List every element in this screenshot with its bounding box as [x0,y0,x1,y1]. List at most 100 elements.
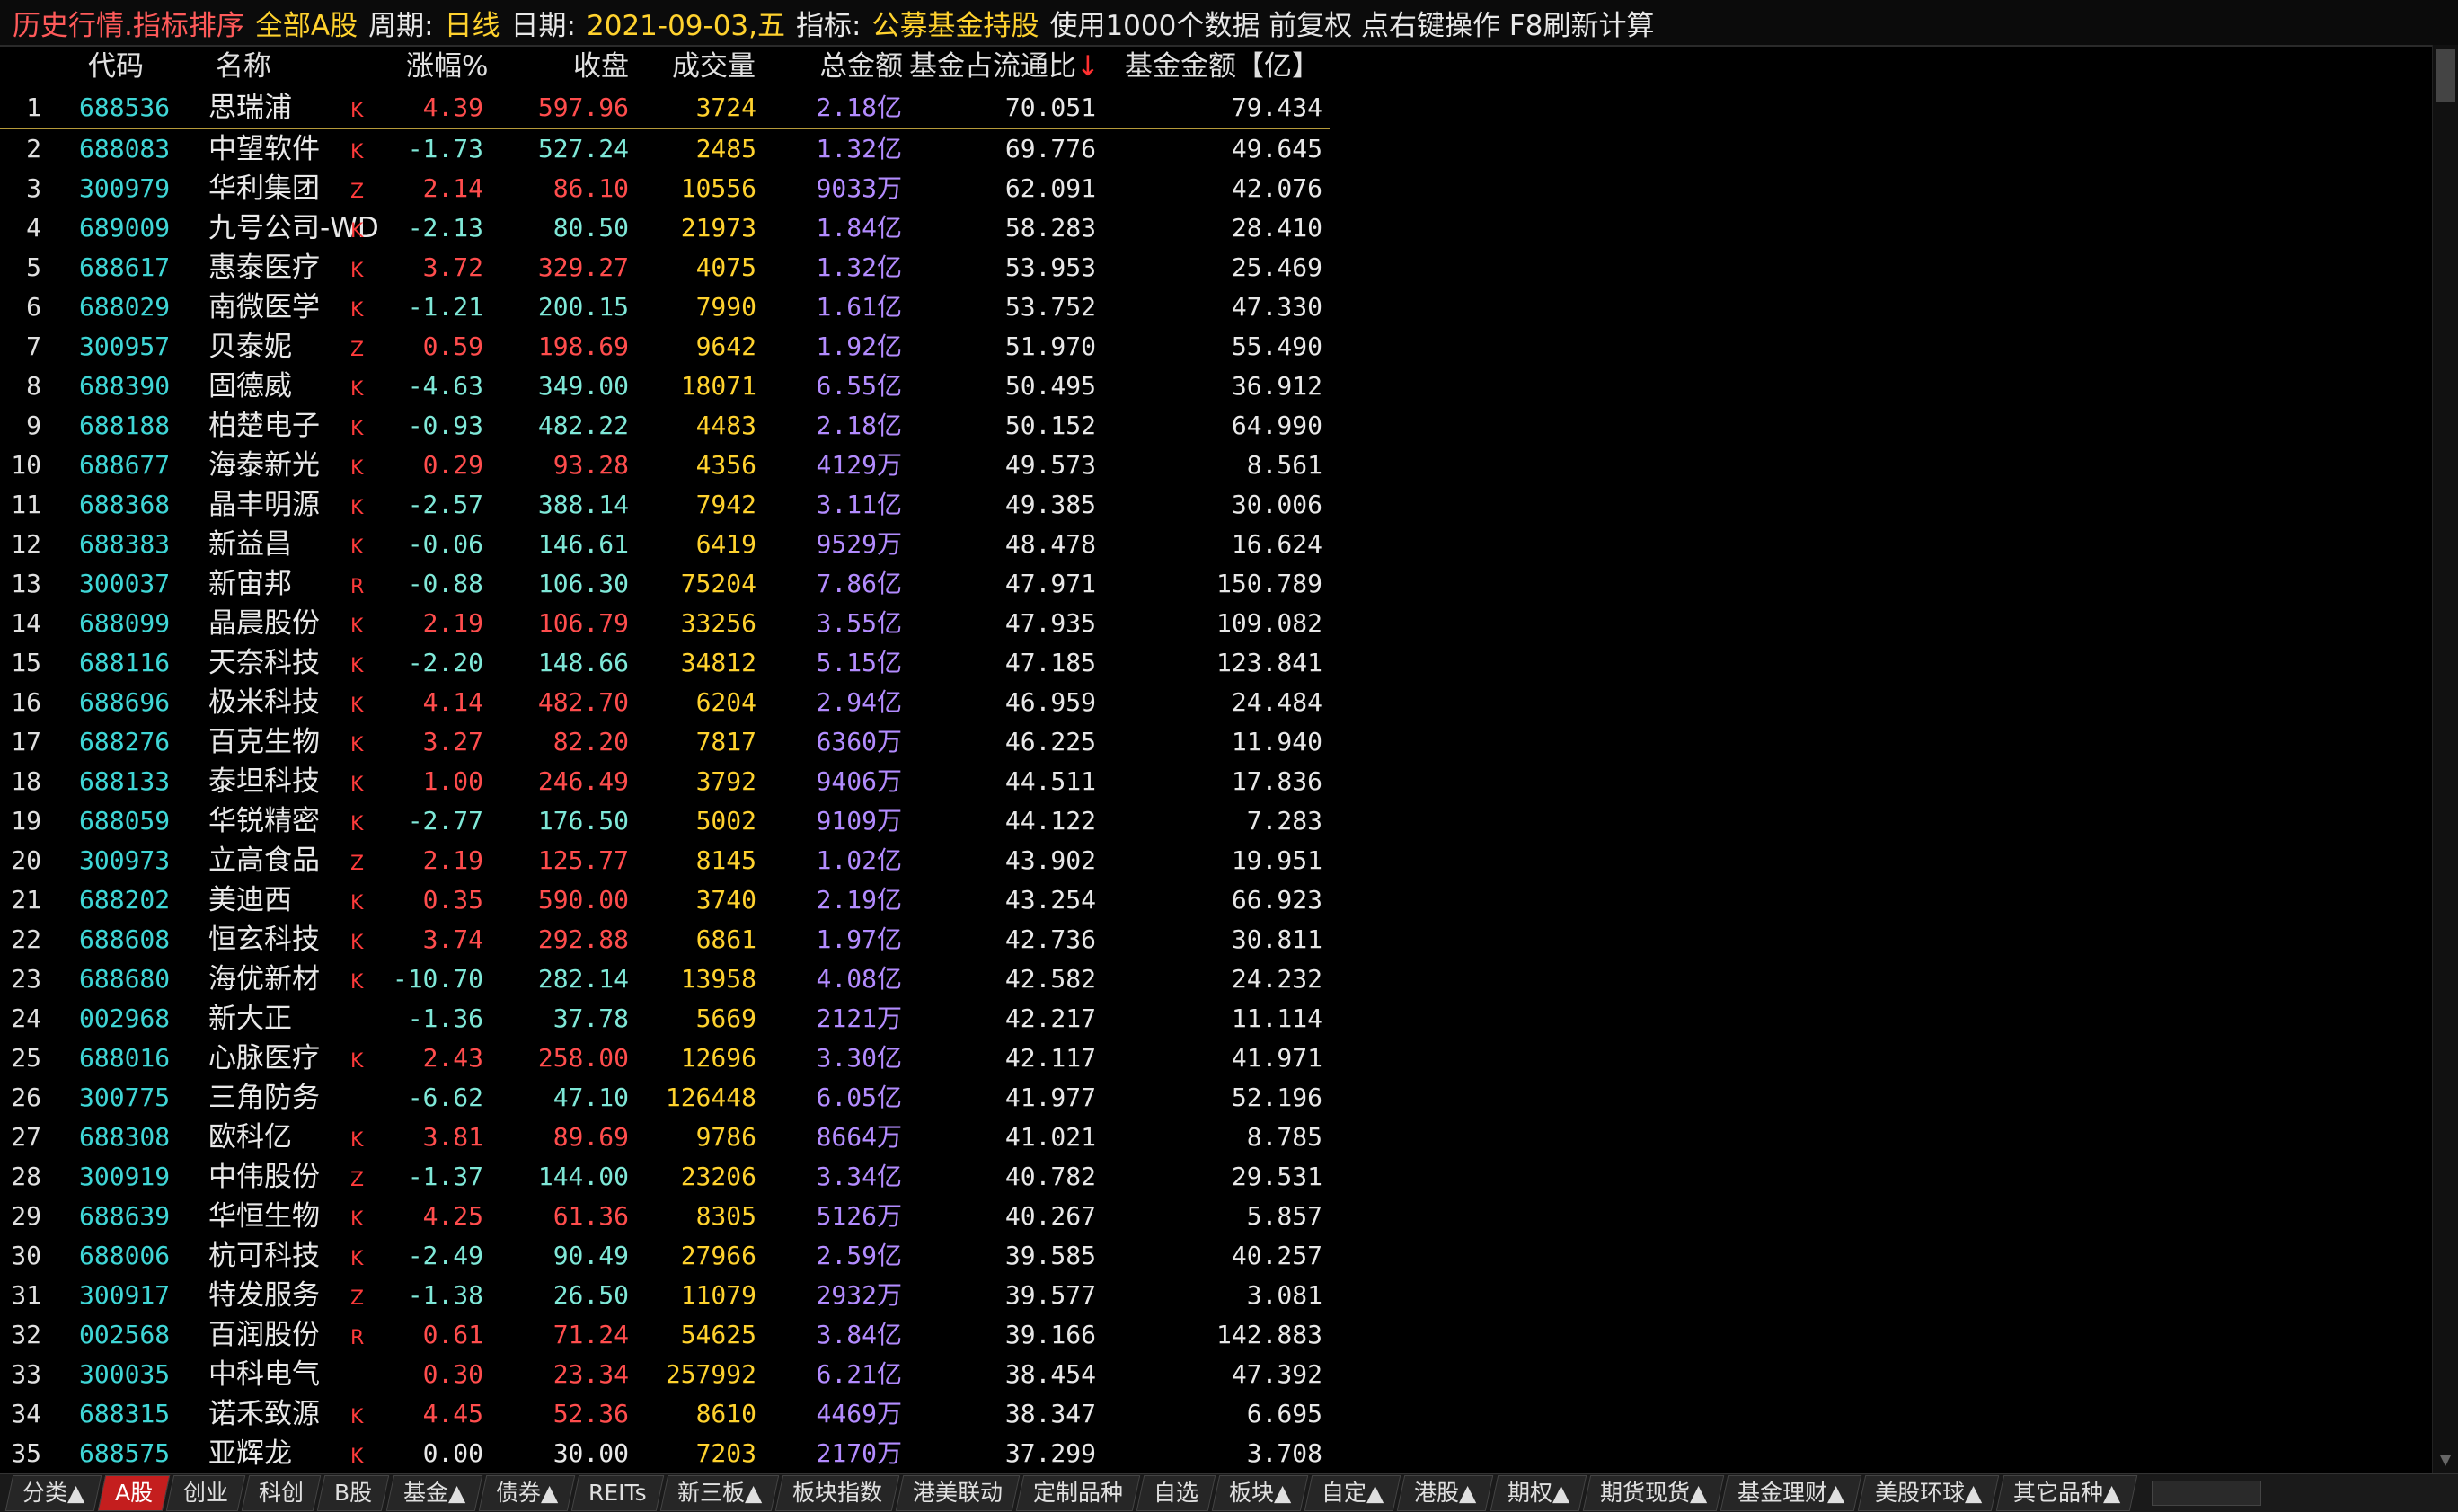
col-header-volume[interactable]: 成交量 [672,45,756,88]
col-header-fund-amount[interactable]: 基金金额【亿】 [1125,45,1320,88]
amount-unit: 万 [876,450,902,480]
table-row[interactable]: 29 688639 华恒生物 K 4.25 61.36 8305 5126万 40.267 5.8… [0,1197,1330,1236]
fund-amount: 49.645 [1231,134,1322,164]
table-row[interactable]: 18 688133 泰坦科技 K 1.00 246.49 3792 9406万 44.511 17… [0,762,1330,801]
market-tab[interactable]: 创业 [166,1475,246,1511]
table-row[interactable]: 11 688368 晶丰明源 K -2.57 388.14 7942 3.11亿 49.385 3… [0,485,1330,525]
market-tab-label: 期权▲ [1507,1480,1569,1506]
amount-unit: 亿 [876,648,902,677]
table-row[interactable]: 4 689009 九号公司-WD K -2.13 80.50 21973 1.84亿 58.28… [0,208,1330,248]
table-row[interactable]: 16 688696 极米科技 K 4.14 482.70 6204 2.94亿 46.959 24… [0,683,1330,722]
market-tab[interactable]: 债券▲ [478,1475,576,1511]
col-header-name[interactable]: 名称 [216,45,271,88]
market-tab[interactable]: 基金理财▲ [1720,1475,1862,1511]
table-row[interactable]: 10 688677 海泰新光 K 0.29 93.28 4356 4129万 49.573 8.5… [0,446,1330,485]
table-row[interactable]: 33 300035 中科电气 0.30 23.34 257992 6.21亿 38.454 47… [0,1355,1330,1394]
table-row[interactable]: 6 688029 南微医学 K -1.21 200.15 7990 1.61亿 53.752 47… [0,287,1330,327]
table-row[interactable]: 13 300037 新宙邦 R -0.88 106.30 75204 7.86亿 47.971 1… [0,564,1330,604]
table-row[interactable]: 30 688006 杭可科技 K -2.49 90.49 27966 2.59亿 39.585 4… [0,1236,1330,1276]
stock-code: 002968 [79,1004,171,1033]
market-tab[interactable]: 新三板▲ [659,1475,780,1511]
table-row[interactable]: 14 688099 晶晨股份 K 2.19 106.79 33256 3.55亿 47.935 1… [0,604,1330,643]
change-percent: 2.19 [422,845,483,875]
table-row[interactable]: 32 002568 百润股份 R 0.61 71.24 54625 3.84亿 39.166 14… [0,1315,1330,1355]
fund-amount: 30.811 [1231,924,1322,954]
title-segment: 日线 [444,9,500,42]
col-header-amount[interactable]: 总金额 [819,45,903,88]
market-tab[interactable]: B股 [317,1475,390,1511]
market-tab[interactable]: 其它品种▲ [1995,1475,2138,1511]
table-row[interactable]: 17 688276 百克生物 K 3.27 82.20 7817 6360万 46.225 11.… [0,722,1330,762]
table-row[interactable]: 28 300919 中伟股份 Z -1.37 144.00 23206 3.34亿 40.782… [0,1157,1330,1197]
table-row[interactable]: 1 688536 思瑞浦 K 4.39 597.96 3724 2.18亿 70.051 79.4… [0,88,1330,129]
market-tab[interactable]: 美股环球▲ [1858,1475,2000,1511]
table-row[interactable]: 35 688575 亚辉龙 K 0.00 30.00 7203 2170万 37.299 3.70… [0,1434,1330,1473]
table-row[interactable]: 5 688617 惠泰医疗 K 3.72 329.27 4075 1.32亿 53.953 25.… [0,248,1330,287]
horizontal-scrollbar[interactable] [2151,1481,2261,1506]
close-price: 82.20 [553,727,629,756]
col-header-change[interactable]: 涨幅% [406,45,488,88]
close-price: 52.36 [553,1399,629,1428]
market-tab[interactable]: 期货现货▲ [1582,1475,1725,1511]
fund-amount: 8.561 [1246,450,1322,480]
market-tab-label: 基金理财▲ [1737,1480,1845,1506]
col-header-close[interactable]: 收盘 [573,45,629,88]
close-price: 37.78 [553,1004,629,1033]
stock-name: 思瑞浦 [208,92,292,124]
table-row[interactable]: 15 688116 天奈科技 K -2.20 148.66 34812 5.15亿 47.185… [0,643,1330,683]
amount-value: 6.21 [816,1359,877,1389]
market-tab[interactable]: 基金▲ [385,1475,483,1511]
row-index: 19 [11,806,41,836]
market-tab[interactable]: 期权▲ [1490,1475,1587,1511]
market-tag: K [350,774,364,796]
scroll-down-icon[interactable]: ▼ [2436,1450,2455,1470]
market-tab[interactable]: 分类▲ [4,1475,102,1511]
col-header-fund-ratio[interactable]: 基金占流通比↓ [909,45,1100,88]
col-header-code[interactable]: 代码 [88,45,144,88]
market-tab[interactable]: 板块▲ [1211,1475,1309,1511]
market-tab[interactable]: 自选 [1136,1475,1216,1511]
stock-code: 688617 [79,252,171,282]
table-row[interactable]: 24 002968 新大正 -1.36 37.78 5669 2121万 42.217 11.1… [0,999,1330,1039]
table-row[interactable]: 9 688188 柏楚电子 K -0.93 482.22 4483 2.18亿 50.152 64… [0,406,1330,446]
market-tab[interactable]: 港股▲ [1397,1475,1494,1511]
vertical-scrollbar[interactable]: ▼ [2432,45,2458,1473]
market-tab[interactable]: 港美联动 [895,1475,1021,1511]
table-row[interactable]: 8 688390 固德威 K -4.63 349.00 18071 6.55亿 50.495 36… [0,367,1330,406]
table-row[interactable]: 22 688608 恒玄科技 K 3.74 292.88 6861 1.97亿 42.736 30… [0,920,1330,959]
volume: 2485 [695,134,756,164]
table-row[interactable]: 20 300973 立高食品 Z 2.19 125.77 8145 1.02亿 43.902 19… [0,841,1330,880]
table-row[interactable]: 19 688059 华锐精密 K -2.77 176.50 5002 9109万 44.122 7… [0,801,1330,841]
sort-desc-icon: ↓ [1076,50,1100,83]
total-amount: 3.11亿 [817,485,902,525]
market-tab[interactable]: 定制品种 [1015,1475,1141,1511]
total-amount: 1.32亿 [817,248,902,287]
fund-ratio: 41.021 [1004,1122,1096,1152]
market-tab[interactable]: A股 [97,1475,171,1511]
market-tab[interactable]: REITs [570,1475,664,1511]
market-tag: K [350,457,364,480]
table-row[interactable]: 12 688383 新益昌 K -0.06 146.61 6419 9529万 48.478 16… [0,525,1330,564]
table-row[interactable]: 2 688083 中望软件 K -1.73 527.24 2485 1.32亿 69.776 49… [0,129,1330,169]
amount-value: 3.30 [816,1043,877,1073]
column-header-row: 代码 名称 涨幅% 收盘 成交量 总金额 基金占流通比↓ 基金金额【亿】 [0,45,1330,88]
scroll-thumb[interactable] [2436,49,2455,102]
table-row[interactable]: 21 688202 美迪西 K 0.35 590.00 3740 2.19亿 43.254 66.… [0,880,1330,920]
market-tab[interactable]: 科创 [242,1475,322,1511]
table-row[interactable]: 3 300979 华利集团 Z 2.14 86.10 10556 9033万 62.091 42.… [0,169,1330,208]
amount-value: 8664 [816,1122,877,1152]
table-row[interactable]: 23 688680 海优新材 K -10.70 282.14 13958 4.08亿 42.58… [0,959,1330,999]
volume: 12696 [680,1043,756,1073]
market-tab-label: 板块▲ [1229,1480,1292,1506]
table-row[interactable]: 7 300957 贝泰妮 Z 0.59 198.69 9642 1.92亿 51.970 55.4… [0,327,1330,367]
table-row[interactable]: 27 688308 欧科亿 K 3.81 89.69 9786 8664万 41.021 8.78… [0,1118,1330,1157]
volume: 18071 [680,371,756,401]
table-row[interactable]: 26 300775 三角防务 -6.62 47.10 126448 6.05亿 41.977 5… [0,1078,1330,1118]
table-row[interactable]: 25 688016 心脉医疗 K 2.43 258.00 12696 3.30亿 42.117 4… [0,1039,1330,1078]
table-row[interactable]: 31 300917 特发服务 Z -1.38 26.50 11079 2932万 39.577 3… [0,1276,1330,1315]
market-tab[interactable]: 板块指数 [774,1475,900,1511]
row-index: 16 [11,687,41,717]
market-tab[interactable]: 自定▲ [1304,1475,1401,1511]
table-row[interactable]: 34 688315 诺禾致源 K 4.45 52.36 8610 4469万 38.347 6.6… [0,1394,1330,1434]
volume: 8305 [695,1201,756,1231]
